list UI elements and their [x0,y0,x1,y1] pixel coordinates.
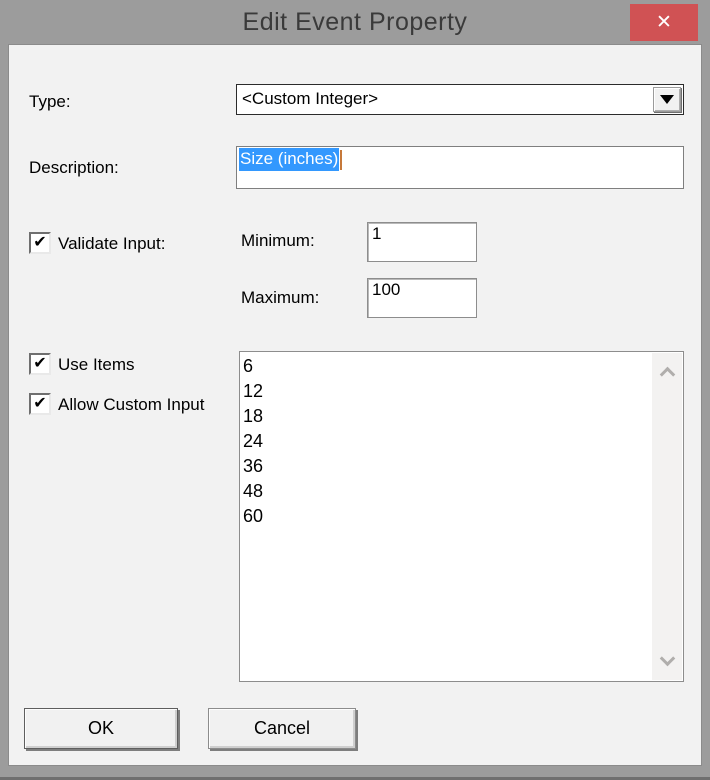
list-item[interactable]: 12 [243,379,649,404]
use-items-checkbox[interactable]: ✔ [29,353,51,375]
checkmark-icon: ✔ [33,356,46,372]
checkmark-icon: ✔ [33,396,46,412]
description-selected-text: Size (inches) [239,148,339,171]
type-combobox[interactable]: <Custom Integer> [236,84,684,115]
description-input[interactable]: Size (inches) [236,146,684,189]
list-item[interactable]: 36 [243,454,649,479]
ok-button-label: OK [88,718,114,739]
use-items-label: Use Items [58,355,135,375]
list-item[interactable]: 60 [243,504,649,529]
type-label: Type: [29,92,71,112]
close-icon: ✕ [656,13,672,32]
maximum-label: Maximum: [241,288,319,308]
allow-custom-input-checkbox[interactable]: ✔ [29,393,51,415]
scroll-up-icon[interactable] [659,367,675,383]
list-item[interactable]: 48 [243,479,649,504]
cancel-button[interactable]: Cancel [208,708,356,749]
cancel-button-label: Cancel [254,718,310,739]
type-combobox-dropdown-button[interactable] [653,87,681,112]
chevron-down-icon [660,95,674,104]
description-text: Size (inches) [239,148,342,171]
text-caret [340,150,342,170]
list-item[interactable]: 6 [243,354,649,379]
listbox-scrollbar[interactable] [652,353,682,680]
maximum-input[interactable] [367,278,477,318]
items-list: 6121824364860 [243,354,649,679]
scroll-down-icon[interactable] [659,651,675,667]
description-label: Description: [29,158,119,178]
minimum-input[interactable] [367,222,477,262]
allow-custom-input-label: Allow Custom Input [58,395,204,415]
ok-button[interactable]: OK [24,708,178,749]
dialog-body: Type: <Custom Integer> Description: Size… [8,44,702,766]
dialog-title: Edit Event Property [0,8,710,37]
list-item[interactable]: 18 [243,404,649,429]
type-combobox-value: <Custom Integer> [242,89,378,109]
edit-event-property-dialog: Edit Event Property ✕ Type: <Custom Inte… [0,0,710,780]
validate-input-label: Validate Input: [58,234,165,254]
validate-input-checkbox[interactable]: ✔ [29,232,51,254]
items-listbox[interactable]: 6121824364860 [239,351,684,682]
titlebar: Edit Event Property ✕ [0,0,710,44]
minimum-label: Minimum: [241,231,315,251]
list-item[interactable]: 24 [243,429,649,454]
checkmark-icon: ✔ [33,235,46,251]
close-button[interactable]: ✕ [630,4,698,41]
